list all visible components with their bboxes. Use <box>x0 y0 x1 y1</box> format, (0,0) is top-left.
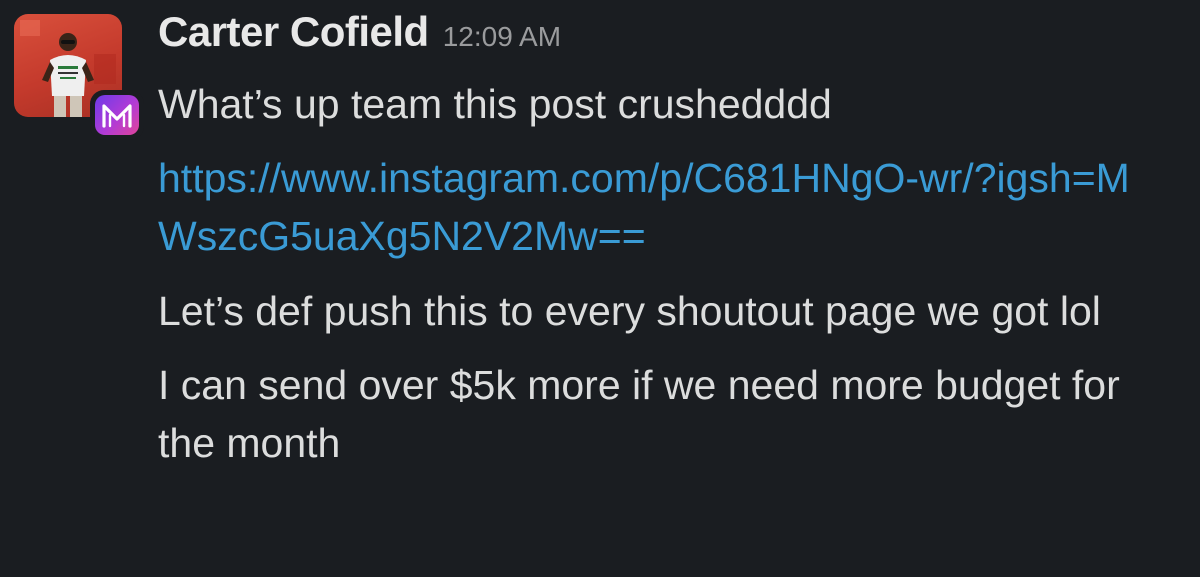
author-name[interactable]: Carter Cofield <box>158 8 429 56</box>
message-line-1: What’s up team this post crushedddd <box>158 81 832 127</box>
chat-message: Carter Cofield 12:09 AM What’s up team t… <box>0 0 1200 577</box>
instagram-link[interactable]: https://www.instagram.com/p/C681HNgO-wr/… <box>158 149 1158 265</box>
message-line-3: Let’s def push this to every shoutout pa… <box>158 288 1101 334</box>
m-logo-icon <box>95 95 139 135</box>
message-line-4: I can send over $5k more if we need more… <box>158 362 1120 466</box>
message-content: Carter Cofield 12:09 AM What’s up team t… <box>158 8 1178 472</box>
avatar-group <box>14 14 144 140</box>
message-header: Carter Cofield 12:09 AM <box>158 8 1178 72</box>
app-badge <box>90 90 144 140</box>
message-timestamp[interactable]: 12:09 AM <box>443 21 561 53</box>
